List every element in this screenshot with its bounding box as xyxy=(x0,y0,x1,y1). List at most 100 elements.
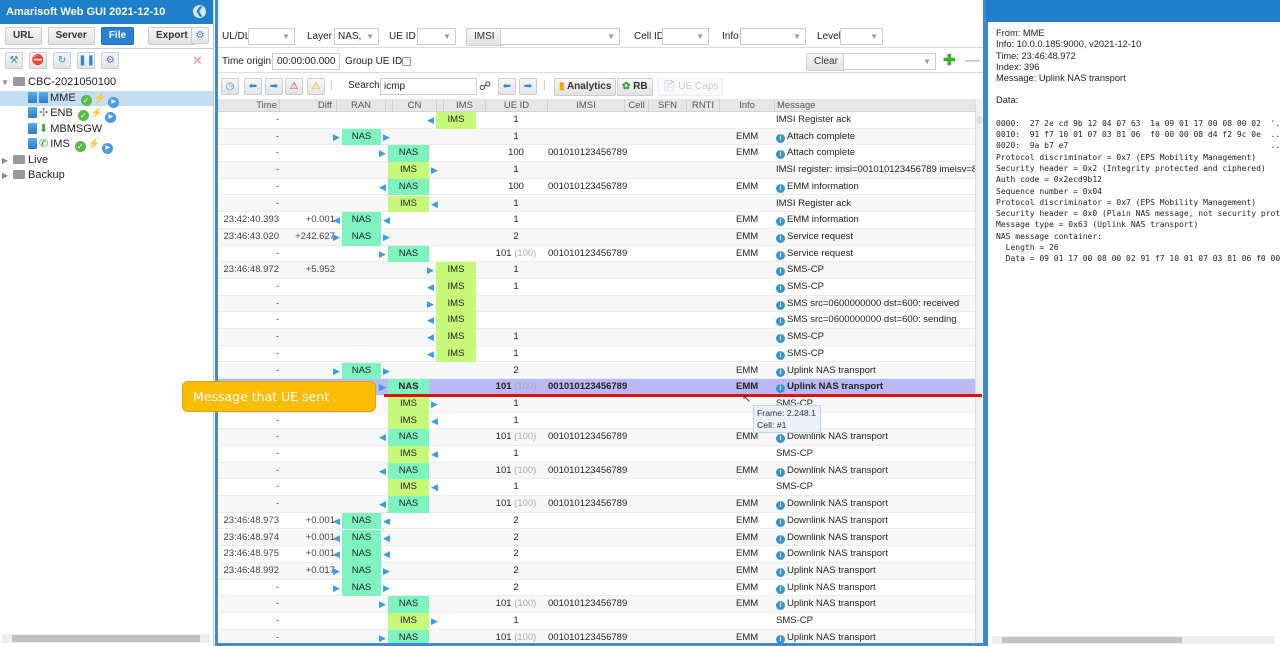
info-icon[interactable]: i xyxy=(776,267,785,277)
info-icon[interactable]: i xyxy=(776,467,785,477)
imsi-button[interactable]: IMSI xyxy=(466,28,503,46)
col-diff[interactable]: Diff xyxy=(280,99,337,112)
tree-node-mme[interactable]: MME ✓ ⚡ ▶ xyxy=(0,90,213,108)
info-icon[interactable]: i xyxy=(776,551,785,561)
search-input[interactable]: icmp xyxy=(380,78,477,95)
level-select[interactable]: ▼ xyxy=(840,28,883,45)
rb-button[interactable]: ✿ RB xyxy=(617,78,653,96)
info-icon[interactable]: i xyxy=(776,601,785,611)
scrollbar-thumb[interactable] xyxy=(1002,637,1182,643)
table-row[interactable]: - NAS ▶ 100 001010123456789 EMM i Attach compl… xyxy=(218,145,975,163)
info-icon[interactable]: i xyxy=(776,634,785,643)
info-icon[interactable]: i xyxy=(776,434,785,444)
uldl-select[interactable]: ▼ xyxy=(248,28,295,45)
error-icon[interactable]: ⚠ xyxy=(285,78,303,95)
url-button[interactable]: URL xyxy=(5,27,42,45)
file-button[interactable]: File xyxy=(100,27,135,45)
info-icon[interactable]: i xyxy=(776,133,785,143)
table-row[interactable]: - IMS ◀ 1 IMSI Register ack xyxy=(218,112,975,129)
binoculars-icon[interactable]: ☍ xyxy=(479,79,491,93)
table-row[interactable]: - NAS ▶ 101 (100) 001010123456789 EMM i Uplink … xyxy=(218,596,975,613)
info-icon[interactable]: i xyxy=(776,334,785,344)
table-row[interactable]: - IMS ◀ 1 i SMS-CP xyxy=(218,329,975,346)
col-ims[interactable]: IMS xyxy=(444,99,486,112)
table-row[interactable]: - IMS ◀ 1 i SMS-CP xyxy=(218,345,975,363)
info-icon[interactable]: i xyxy=(776,384,785,394)
arrow-right-icon[interactable]: ➡ xyxy=(265,78,283,95)
scrollbar-thumb[interactable] xyxy=(12,635,200,642)
detail-horizontal-scrollbar[interactable] xyxy=(992,636,1275,644)
tree-node-mbmsgw[interactable]: ⬇ MBMSGW xyxy=(0,122,213,138)
tree-node-enb[interactable]: ✣ ENB ✓ ⚡ ▶ xyxy=(0,106,213,123)
clock-icon[interactable]: ◷ xyxy=(221,78,239,95)
info-icon[interactable]: i xyxy=(776,567,785,577)
arrow-left-icon[interactable]: ⬅ xyxy=(244,78,262,95)
info-icon[interactable]: i xyxy=(776,350,785,360)
table-row[interactable]: 23:46:48.975 +0.001 NAS ◀ ◀ 2 EMM i Downlink NA… xyxy=(218,546,975,563)
table-row[interactable]: - IMS ◀ 1 IMSI Register ack xyxy=(218,195,975,213)
col-imsi[interactable]: IMSI xyxy=(548,99,625,112)
info-icon[interactable]: i xyxy=(776,183,785,193)
expand-icon[interactable]: ▼ xyxy=(0,75,10,91)
info-icon[interactable]: i xyxy=(776,150,785,160)
table-row[interactable]: 23:46:48.972 +5.952 IMS ▶ 1 i SMS-CP xyxy=(218,262,975,279)
tree-root[interactable]: ▼ CBC-2021050100 xyxy=(0,75,213,91)
info-select[interactable]: ▼ xyxy=(740,28,806,45)
collapse-panel-button[interactable]: ❮ xyxy=(193,5,206,18)
table-row[interactable]: - NAS ▶ 101 (100) 001010123456789 EMM i Uplink … xyxy=(218,629,975,643)
clear-button[interactable]: Clear xyxy=(806,53,846,71)
table-row[interactable]: - IMS ▶ i SMS src=0600000000 dst=600: recei… xyxy=(218,295,975,313)
table-row[interactable]: - NAS ◀ 101 (100) 001010123456789 EMM i Downlin… xyxy=(218,462,975,480)
table-row[interactable]: - NAS ◀ 101 (100) 001010123456789 EMM i Downlin… xyxy=(218,496,975,513)
remove-icon[interactable]: — xyxy=(965,53,980,68)
add-icon[interactable]: ✚ xyxy=(943,53,956,68)
col-ueid[interactable]: UE ID xyxy=(486,99,548,112)
layer-select[interactable]: NAS, ▼ xyxy=(334,28,379,45)
info-icon[interactable]: i xyxy=(776,300,785,310)
table-row[interactable]: - NAS ▶ ▶ 1 EMM i Attach complete xyxy=(218,128,975,146)
info-icon[interactable]: i xyxy=(776,584,785,594)
table-row[interactable]: - IMS▶ 1 SMS-CP xyxy=(218,613,975,630)
wrench-icon[interactable]: ⚒ xyxy=(5,52,23,69)
table-row[interactable]: - IMS ◀ 1 SMS-CP xyxy=(218,446,975,463)
search-next-icon[interactable]: ➡ xyxy=(519,78,537,95)
time-origin-input[interactable]: 00:00:00.000 xyxy=(272,53,340,70)
group-ueid-checkbox[interactable] xyxy=(402,57,411,66)
refresh-icon[interactable]: ↻ xyxy=(53,52,72,69)
info-icon[interactable]: i xyxy=(776,317,785,327)
expand-icon[interactable]: ▶ xyxy=(0,168,10,184)
table-row[interactable]: - NAS ◀ 101 (100) 001010123456789 EMM i Downlin… xyxy=(218,429,975,446)
table-row[interactable]: 23:46:48.992 +0.017 NAS ▶ ▶ 2 EMM i Uplink NAS … xyxy=(218,562,975,580)
tree-folder-live[interactable]: ▶ Live xyxy=(0,153,213,169)
ueid-select[interactable]: ▼ xyxy=(417,28,456,45)
table-row[interactable]: - IMS ◀ 1 xyxy=(218,412,975,430)
table-row[interactable]: 23:46:48.973 +0.001 NAS ◀ ◀ 2 EMM i Downlink NA… xyxy=(218,512,975,530)
info-icon[interactable]: i xyxy=(776,517,785,527)
table-row[interactable]: 23:42:40.393 +0.001 NAS ◀ ◀ 1 EMM i EMM informa… xyxy=(218,212,975,229)
col-time[interactable]: Time xyxy=(218,99,280,112)
close-icon[interactable]: ✕ xyxy=(192,53,203,69)
table-row[interactable]: - NAS ▶ 101 (100) 001010123456789 EMM i Service… xyxy=(218,245,975,263)
export-button[interactable]: Export xyxy=(148,27,196,45)
imsi-select[interactable]: ▼ xyxy=(500,28,620,45)
info-icon[interactable]: i xyxy=(776,284,785,293)
tree-folder-backup[interactable]: ▶ Backup xyxy=(0,168,213,184)
table-row[interactable]: - IMS ◀ 1 SMS-CP xyxy=(218,479,975,497)
table-row[interactable]: - NAS ▶ ▶ 2 EMM i Uplink NAS transport xyxy=(218,579,975,597)
expand-icon[interactable]: ▶ xyxy=(0,153,10,169)
table-row[interactable]: 23:46:48.974 +0.001 NAS ◀ ◀ 2 EMM i Downlink NA… xyxy=(218,529,975,547)
table-row[interactable]: - NAS ▶ ▶ 2 EMM i Uplink NAS transport xyxy=(218,362,975,380)
cellid-select[interactable]: ▼ xyxy=(662,28,709,45)
stop-icon[interactable]: ⛔ xyxy=(29,52,48,69)
left-horizontal-scrollbar[interactable] xyxy=(2,634,210,643)
plug-icon[interactable]: ⚙ xyxy=(191,27,209,44)
info-icon[interactable]: i xyxy=(776,501,785,511)
pause-icon[interactable]: ❚❚ xyxy=(77,52,96,69)
col-message[interactable]: Message xyxy=(775,99,975,112)
table-row[interactable]: - IMS ◀ i SMS src=0600000000 dst=600: sendi… xyxy=(218,312,975,330)
col-sfn[interactable]: SFN xyxy=(649,99,687,112)
col-cn[interactable]: CN xyxy=(393,99,437,112)
log-vertical-scrollbar[interactable] xyxy=(975,99,983,643)
table-row[interactable]: - NAS ◀ 100 001010123456789 EMM i EMM informat… xyxy=(218,178,975,196)
table-row[interactable]: - IMS ▶ 1 IMSI register: imsi=0010101234567… xyxy=(218,162,975,179)
